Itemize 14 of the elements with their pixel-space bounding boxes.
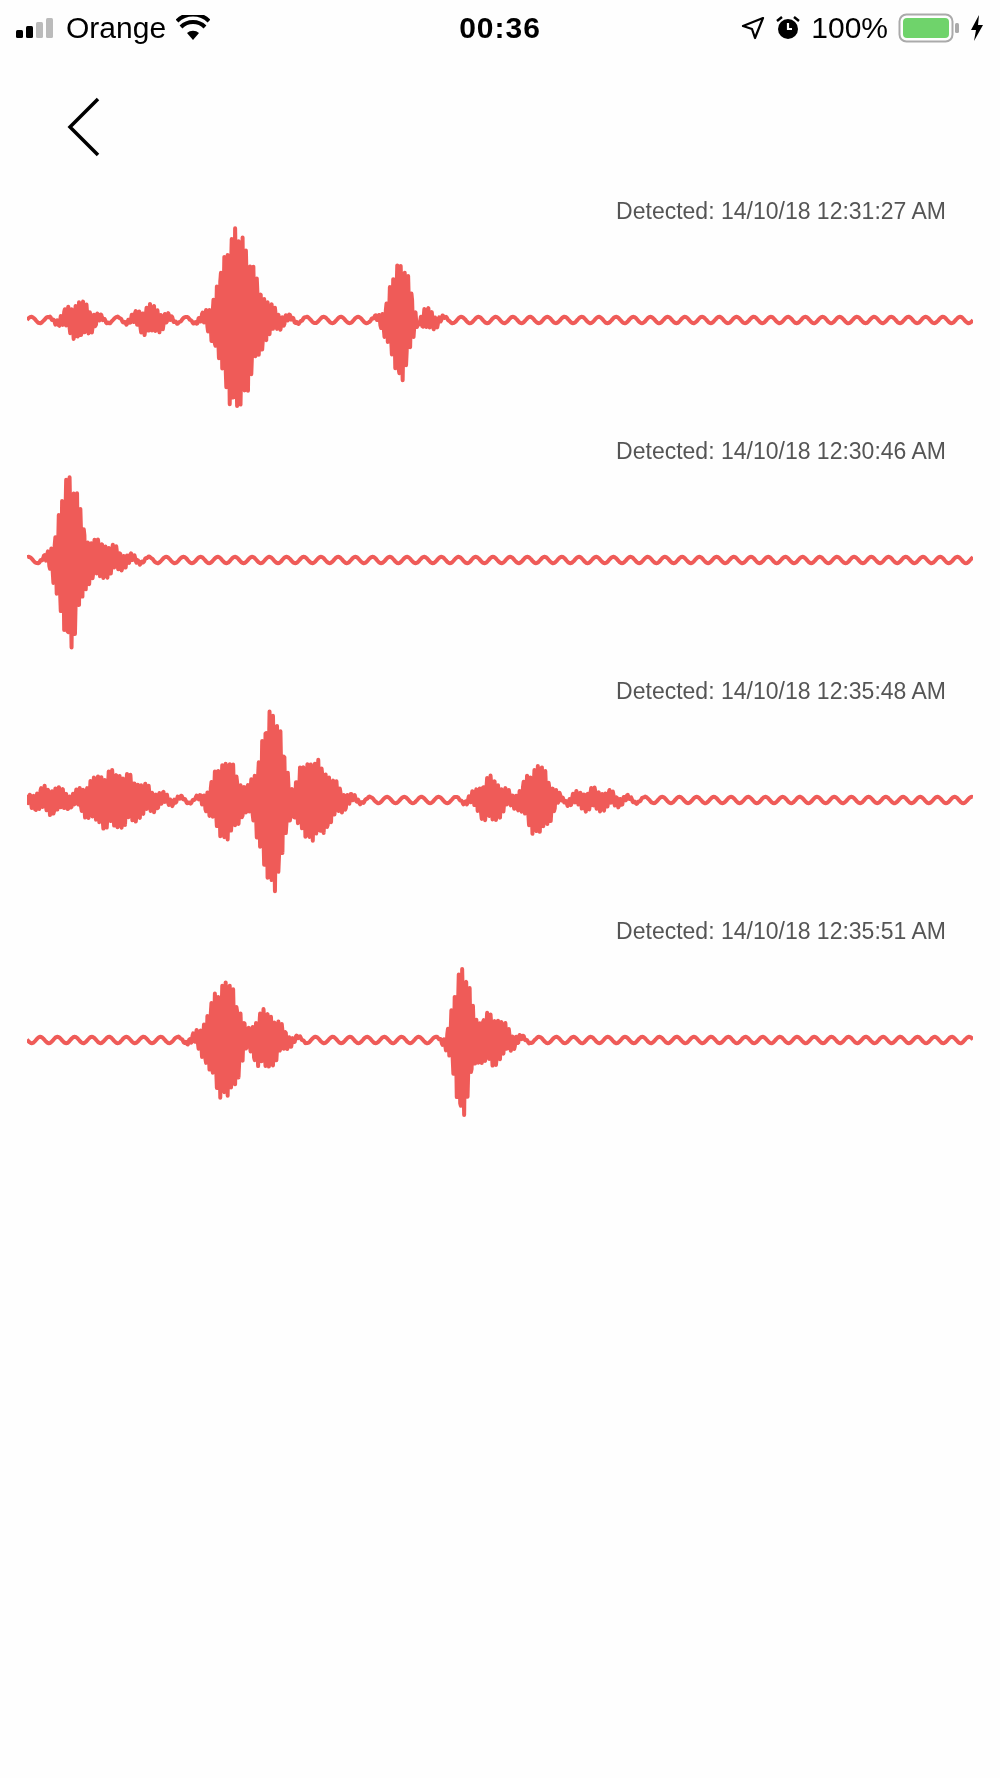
charging-bolt-icon	[970, 15, 984, 41]
back-button[interactable]	[66, 96, 102, 158]
battery-icon	[898, 13, 960, 43]
location-arrow-icon	[741, 16, 766, 40]
detection-time: Detected: 14/10/18 12:31:27 AM	[616, 198, 946, 225]
carrier-name: Orange	[66, 11, 167, 45]
battery-percent: 100%	[811, 11, 888, 45]
clock-time: 00:36	[459, 11, 541, 45]
wifi-icon	[176, 15, 211, 41]
detection-time: Detected: 14/10/18 12:30:46 AM	[616, 438, 946, 465]
signal-icon	[16, 18, 56, 38]
detection-time: Detected: 14/10/18 12:35:48 AM	[616, 678, 946, 705]
alarm-clock-icon	[775, 15, 802, 41]
detection-time: Detected: 14/10/18 12:35:51 AM	[616, 918, 946, 945]
